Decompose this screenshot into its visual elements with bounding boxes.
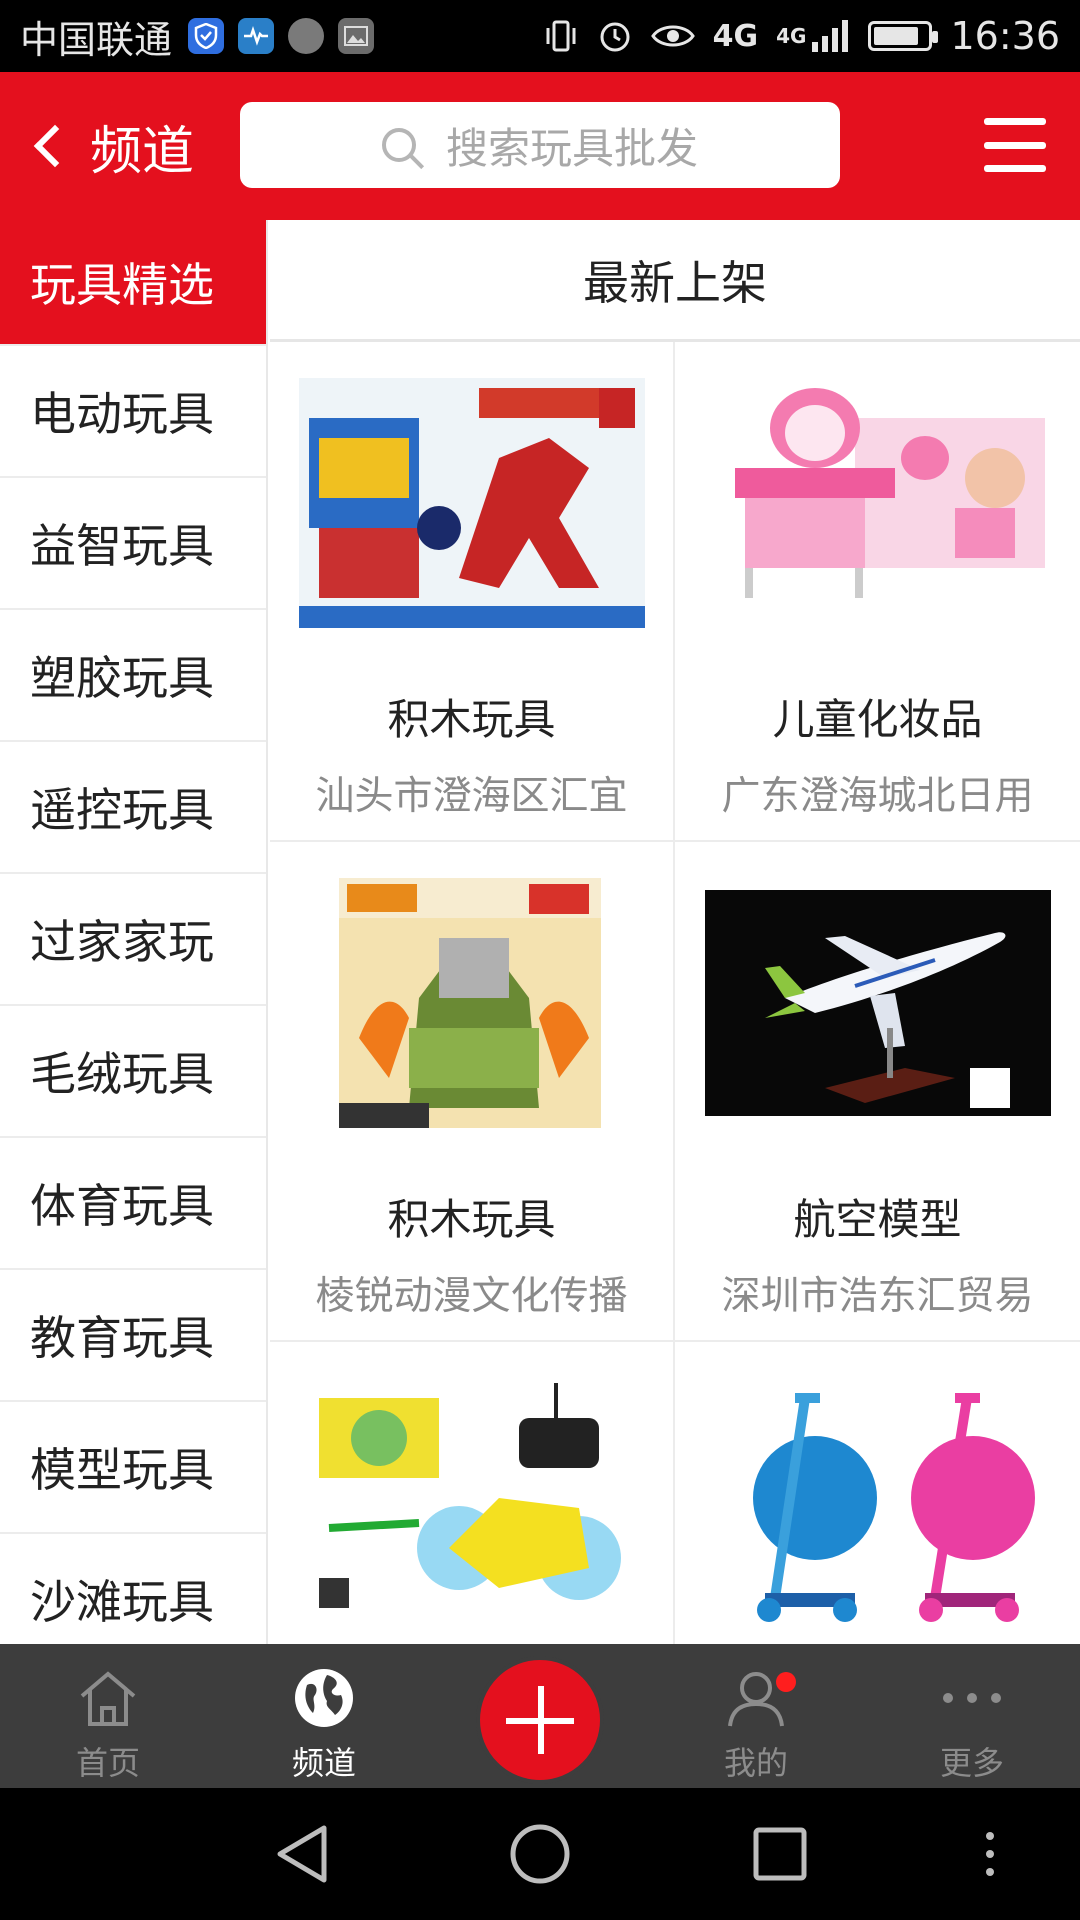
- chevron-left-icon: [33, 124, 77, 168]
- status-bar: 中国联通 4G 4G 16:36: [0, 0, 1080, 72]
- product-image: [704, 878, 1051, 1128]
- nav-home-label: 首页: [75, 1744, 140, 1782]
- system-navigation-bar: [0, 1788, 1080, 1920]
- alarm-icon: [600, 22, 630, 52]
- network-type: 4G: [712, 18, 759, 54]
- more-icon: [936, 1662, 1008, 1734]
- product-title: 积木玩具: [387, 1195, 556, 1244]
- product-card[interactable]: [270, 1342, 675, 1644]
- signal-icon: [812, 20, 849, 52]
- health-icon: [238, 18, 275, 54]
- globe-icon: [288, 1662, 360, 1734]
- recents-square-icon[interactable]: [750, 1822, 810, 1886]
- product-seller: 棱锐动漫文化传播: [315, 1274, 628, 1319]
- sidebar-item-puzzle[interactable]: 益智玩具: [0, 478, 266, 610]
- bottom-navigation: 首页 频道 我的 更多: [0, 1644, 1080, 1788]
- gallery-icon: [338, 18, 375, 54]
- product-card[interactable]: 儿童化妆品 广东澄海城北日用: [675, 342, 1080, 842]
- avatar-icon: [288, 18, 325, 54]
- sidebar-item-featured[interactable]: 玩具精选: [0, 220, 266, 346]
- sidebar-item-sports[interactable]: 体育玩具: [0, 1138, 266, 1270]
- search-icon: [381, 128, 416, 162]
- category-sidebar: 玩具精选 电动玩具 益智玩具 塑胶玩具 遥控玩具 过家家玩 毛绒玩具 体育玩具 …: [0, 220, 268, 1644]
- nav-home[interactable]: 首页: [0, 1644, 216, 1788]
- product-card[interactable]: [675, 1342, 1080, 1644]
- top-app-bar: 频道 搜索玩具批发: [0, 72, 1080, 220]
- home-circle-icon[interactable]: [508, 1822, 572, 1886]
- home-icon: [72, 1662, 144, 1734]
- product-title: 航空模型: [793, 1195, 962, 1244]
- back-label: 频道: [90, 121, 195, 182]
- product-grid: 积木玩具 汕头市澄海区汇宜 儿童化妆品 广东澄海城北日用 积木玩具 棱锐动漫文化…: [270, 342, 1080, 1644]
- nav-channel[interactable]: 频道: [216, 1644, 432, 1788]
- sidebar-item-plastic[interactable]: 塑胶玩具: [0, 610, 266, 742]
- product-panel: 最新上架 积木玩具 汕头市澄海区汇宜 儿童化妆品 广东澄海城北日用 积木玩具 棱…: [270, 220, 1080, 1644]
- shield-icon: [188, 18, 225, 54]
- product-image: [299, 878, 645, 1128]
- sidebar-item-beach[interactable]: 沙滩玩具: [0, 1534, 266, 1644]
- plus-icon[interactable]: [476, 1656, 604, 1784]
- vibrate-icon: [546, 20, 576, 52]
- battery-icon: [868, 21, 939, 51]
- hamburger-icon[interactable]: [984, 118, 1046, 172]
- overflow-dots-icon[interactable]: [978, 1822, 1002, 1886]
- sidebar-item-model[interactable]: 模型玩具: [0, 1402, 266, 1534]
- sidebar-item-electric[interactable]: 电动玩具: [0, 346, 266, 478]
- product-image: [704, 378, 1051, 628]
- nav-more-label: 更多: [939, 1744, 1004, 1782]
- product-image: [298, 1378, 645, 1628]
- back-triangle-icon[interactable]: [272, 1822, 332, 1886]
- nav-mine[interactable]: 我的: [648, 1644, 864, 1788]
- product-card[interactable]: 航空模型 深圳市浩东汇贸易: [675, 842, 1080, 1342]
- product-seller: 深圳市浩东汇贸易: [721, 1274, 1034, 1319]
- eye-icon: [650, 25, 695, 47]
- product-image: [704, 1378, 1051, 1628]
- search-placeholder: 搜索玩具批发: [445, 123, 698, 173]
- product-title: 儿童化妆品: [772, 695, 983, 744]
- sidebar-item-pretend-play[interactable]: 过家家玩: [0, 874, 266, 1006]
- product-seller: 汕头市澄海区汇宜: [315, 774, 628, 819]
- search-input[interactable]: 搜索玩具批发: [240, 102, 840, 188]
- signal-network-type: 4G: [776, 24, 807, 48]
- notification-icons: [188, 18, 375, 54]
- product-image: [298, 378, 645, 628]
- sidebar-item-plush[interactable]: 毛绒玩具: [0, 1006, 266, 1138]
- carrier-name: 中国联通: [20, 17, 173, 62]
- product-title: 积木玩具: [387, 695, 556, 744]
- nav-mine-label: 我的: [723, 1744, 788, 1782]
- nav-channel-label: 频道: [291, 1744, 356, 1782]
- back-button[interactable]: 频道: [30, 72, 194, 220]
- notification-badge: [776, 1672, 796, 1692]
- nav-more[interactable]: 更多: [864, 1644, 1080, 1788]
- clock: 16:36: [950, 14, 1060, 58]
- section-title: 最新上架: [270, 220, 1080, 342]
- product-card[interactable]: 积木玩具 汕头市澄海区汇宜: [270, 342, 675, 842]
- sidebar-item-remote-control[interactable]: 遥控玩具: [0, 742, 266, 874]
- sidebar-item-education[interactable]: 教育玩具: [0, 1270, 266, 1402]
- product-card[interactable]: 积木玩具 棱锐动漫文化传播: [270, 842, 675, 1342]
- product-seller: 广东澄海城北日用: [721, 774, 1034, 819]
